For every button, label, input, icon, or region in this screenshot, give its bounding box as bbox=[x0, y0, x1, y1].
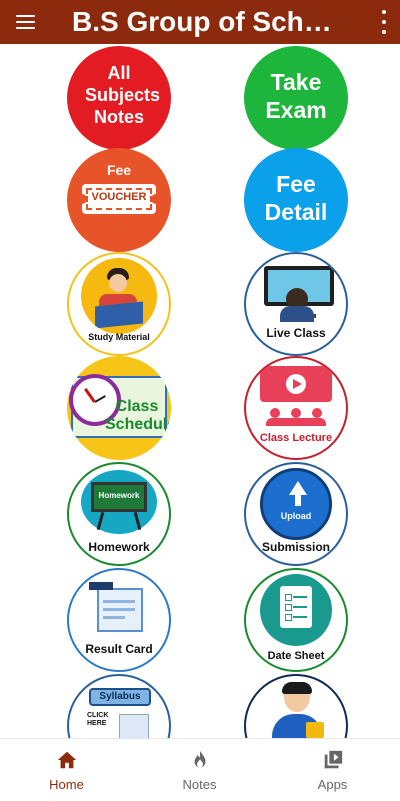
computer-student-icon bbox=[264, 266, 334, 322]
syllabus-text: Syllabus bbox=[99, 691, 141, 702]
tile-syllabus[interactable]: Syllabus CLICK HERE bbox=[67, 674, 171, 738]
tile-label: Submission bbox=[261, 540, 330, 554]
tile-label: Live Class bbox=[266, 326, 326, 340]
user-lock-icon bbox=[268, 682, 330, 738]
chalkboard-text: Homework bbox=[98, 491, 140, 500]
upload-text: Upload bbox=[280, 511, 312, 521]
tile-label: Result Card bbox=[85, 642, 153, 656]
tile-label: All Subjects Notes bbox=[85, 63, 161, 127]
tile-take-exam[interactable]: Take Exam bbox=[244, 46, 348, 150]
tile-submission[interactable]: Upload Submission bbox=[244, 462, 348, 566]
more-options-icon[interactable] bbox=[380, 10, 388, 34]
app-title: B.S Group of Scho… bbox=[72, 6, 342, 37]
reading-student-icon bbox=[81, 258, 157, 334]
hamburger-icon bbox=[15, 15, 35, 30]
tile-label: Fee Detail bbox=[264, 171, 328, 225]
tile-label: Take Exam bbox=[265, 69, 327, 123]
tile-live-class[interactable]: Live Class bbox=[244, 252, 348, 356]
tile-study-material[interactable]: Study Material bbox=[67, 252, 171, 356]
home-icon bbox=[57, 751, 77, 769]
tile-all-subjects-notes[interactable]: All Subjects Notes bbox=[67, 46, 171, 150]
tile-class-schedule[interactable]: Class Schedule bbox=[67, 356, 171, 460]
nav-notes[interactable]: Notes bbox=[133, 739, 266, 801]
tile-label: Fee bbox=[106, 162, 132, 178]
tile-user-lock[interactable] bbox=[244, 674, 348, 738]
voucher-text: VOUCHER bbox=[91, 191, 147, 203]
checklist-icon bbox=[260, 574, 332, 646]
nav-notes-label: Notes bbox=[182, 777, 217, 792]
nav-home-label: Home bbox=[49, 777, 84, 792]
tile-class-lecture[interactable]: Class Lecture bbox=[244, 356, 348, 460]
bottom-navigation: Home Notes Apps bbox=[0, 738, 400, 801]
video-lecture-icon bbox=[260, 366, 332, 426]
tile-label: Study Material bbox=[88, 332, 150, 342]
tile-date-sheet[interactable]: Date Sheet bbox=[244, 568, 348, 672]
nav-home[interactable]: Home bbox=[0, 739, 133, 801]
nav-apps[interactable]: Apps bbox=[266, 739, 399, 801]
tile-homework[interactable]: Homework Homework bbox=[67, 462, 171, 566]
tile-label: Date Sheet bbox=[267, 650, 325, 662]
nav-apps-label: Apps bbox=[317, 777, 348, 792]
syllabus-icon: Syllabus CLICK HERE bbox=[83, 684, 159, 738]
tile-label: Class Lecture bbox=[259, 432, 333, 444]
tile-label: Class Schedule bbox=[105, 398, 171, 433]
voucher-ticket-icon: VOUCHER bbox=[77, 184, 161, 214]
main-tiles: All Subjects Notes Take Exam Fee VOUCHER… bbox=[8, 44, 392, 738]
report-card-icon bbox=[89, 582, 149, 636]
apps-icon bbox=[324, 750, 343, 769]
tile-fee-detail[interactable]: Fee Detail bbox=[244, 148, 348, 252]
tile-label: Homework bbox=[88, 540, 150, 554]
tile-fee-voucher[interactable]: Fee VOUCHER bbox=[67, 148, 171, 252]
chalkboard-icon: Homework bbox=[81, 470, 157, 534]
tile-result-card[interactable]: Result Card bbox=[67, 568, 171, 672]
flame-icon bbox=[194, 750, 206, 768]
upload-icon: Upload bbox=[260, 468, 332, 540]
menu-button[interactable] bbox=[0, 0, 50, 44]
click-here-text: CLICK HERE bbox=[87, 712, 109, 727]
app-bar: B.S Group of Scho… bbox=[0, 0, 400, 44]
